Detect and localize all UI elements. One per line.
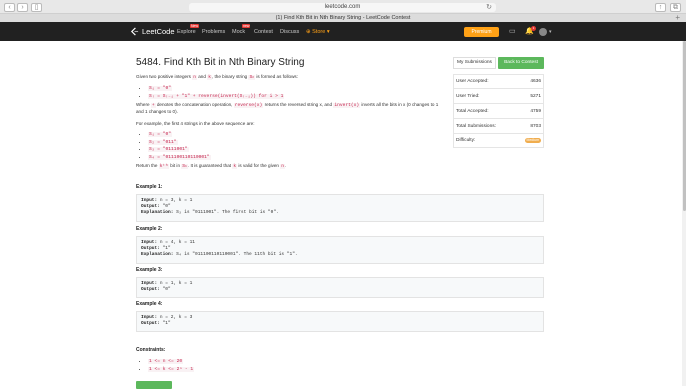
example-heading: Example 2:: [136, 226, 163, 232]
example-heading: Example 3:: [136, 267, 163, 273]
back-to-contest-button[interactable]: Back to Contest: [498, 57, 544, 69]
chevron-down-icon: ▾: [326, 29, 330, 35]
stat-total-submissions: Total Submissions: 8703: [453, 119, 544, 134]
top-navbar: LeetCode Explore New Problems Mock new C…: [0, 22, 686, 41]
playground-icon[interactable]: ▭: [509, 28, 516, 36]
tab-active[interactable]: (1) Find Kth Bit in Nth Binary String - …: [0, 14, 686, 22]
return-text: Return the kᵗʰ bit in Sₙ. It is guarante…: [136, 163, 287, 169]
example-intro: For example, the first 4 strings in the …: [136, 121, 255, 126]
stat-total-accepted: Total Accepted: 4759: [453, 104, 544, 119]
reload-icon[interactable]: ↻: [486, 3, 492, 12]
example-box: Input: n = 1, k = 1 Output: "0": [136, 277, 544, 298]
where-text: Where + denotes the concatenation operat…: [136, 102, 439, 114]
stat-user-tried: User Tried: 5271: [453, 89, 544, 104]
example-heading: Example 4:: [136, 301, 163, 307]
store-icon: ⊕: [306, 29, 311, 35]
example-box: Input: n = 3, k = 1 Output: "0" Explanat…: [136, 194, 544, 222]
premium-label: Premium: [471, 29, 492, 35]
address-text: leetcode.com: [324, 4, 361, 10]
example-box: Input: n = 2, k = 3 Output: "1": [136, 311, 544, 332]
difficulty-badge: Medium: [524, 138, 541, 143]
new-tab-icon[interactable]: +: [675, 14, 680, 22]
example-box: Input: n = 4, k = 11 Output: "1" Explana…: [136, 236, 544, 264]
explore-new-badge: New: [190, 24, 200, 28]
list-item: S₂ = "011": [148, 139, 211, 147]
leetcode-logo-icon[interactable]: [130, 27, 139, 36]
sidebar-icon[interactable]: ▯: [31, 3, 42, 12]
browser-toolbar: ‹ › ▯ leetcode.com ↻ ↑ ⧉ (1) Find Kth Bi…: [0, 0, 686, 22]
constraints-list: 1 <= n <= 20 1 <= k <= 2ⁿ - 1: [148, 358, 195, 374]
avatar[interactable]: [539, 28, 547, 36]
forward-icon[interactable]: ›: [17, 3, 28, 12]
list-item: 1 <= k <= 2ⁿ - 1: [148, 366, 195, 374]
list-item: S₁ = "0": [148, 131, 211, 139]
premium-button[interactable]: Premium: [464, 27, 499, 37]
nav-explore[interactable]: Explore: [177, 28, 196, 36]
address-bar[interactable]: leetcode.com ↻: [189, 3, 496, 12]
list-item: Sᵢ = Sᵢ₋₁ + "1" + reverse(invert(Sᵢ₋₁)) …: [148, 93, 285, 101]
mock-new-badge: new: [242, 24, 251, 28]
example-heading: Example 1:: [136, 184, 163, 190]
constraints-heading: Constraints:: [136, 347, 166, 353]
sequence-list: S₁ = "0" S₂ = "011" S₃ = "0111001" S₄ = …: [148, 131, 211, 161]
stat-user-accepted: User Accepted: 4636: [453, 74, 544, 89]
brand-name[interactable]: LeetCode: [142, 26, 175, 37]
nav-discuss[interactable]: Discuss: [280, 28, 299, 36]
nav-contest[interactable]: Contest: [254, 28, 273, 36]
share-icon[interactable]: ↑: [655, 3, 666, 12]
bottom-action-button[interactable]: [136, 381, 172, 389]
stat-difficulty: Difficulty: Medium: [456, 138, 541, 143]
tab-bar: (1) Find Kth Bit in Nth Binary String - …: [0, 13, 686, 22]
list-item: S₁ = "0": [148, 85, 284, 93]
my-submissions-button[interactable]: My Submissions: [453, 57, 496, 69]
nav-mock[interactable]: Mock: [232, 28, 245, 36]
intro-text: Given two positive integers n and k, the…: [136, 74, 298, 80]
list-item: S₄ = "011100110110001": [148, 154, 211, 162]
nav-store[interactable]: ⊕ Store ▾: [306, 28, 330, 36]
back-icon[interactable]: ‹: [4, 3, 15, 12]
store-label: Store: [312, 29, 326, 35]
list-item: 1 <= n <= 20: [148, 358, 194, 366]
nav-problems[interactable]: Problems: [202, 28, 225, 36]
avatar-menu-icon[interactable]: ▾: [549, 28, 552, 36]
page-title: 5484. Find Kth Bit in Nth Binary String: [136, 57, 305, 68]
rules-list: S₁ = "0" Sᵢ = Sᵢ₋₁ + "1" + reverse(inver…: [148, 85, 285, 101]
list-item: S₃ = "0111001": [148, 146, 211, 154]
tabs-icon[interactable]: ⧉: [670, 3, 681, 12]
notification-badge: 1: [531, 26, 536, 31]
